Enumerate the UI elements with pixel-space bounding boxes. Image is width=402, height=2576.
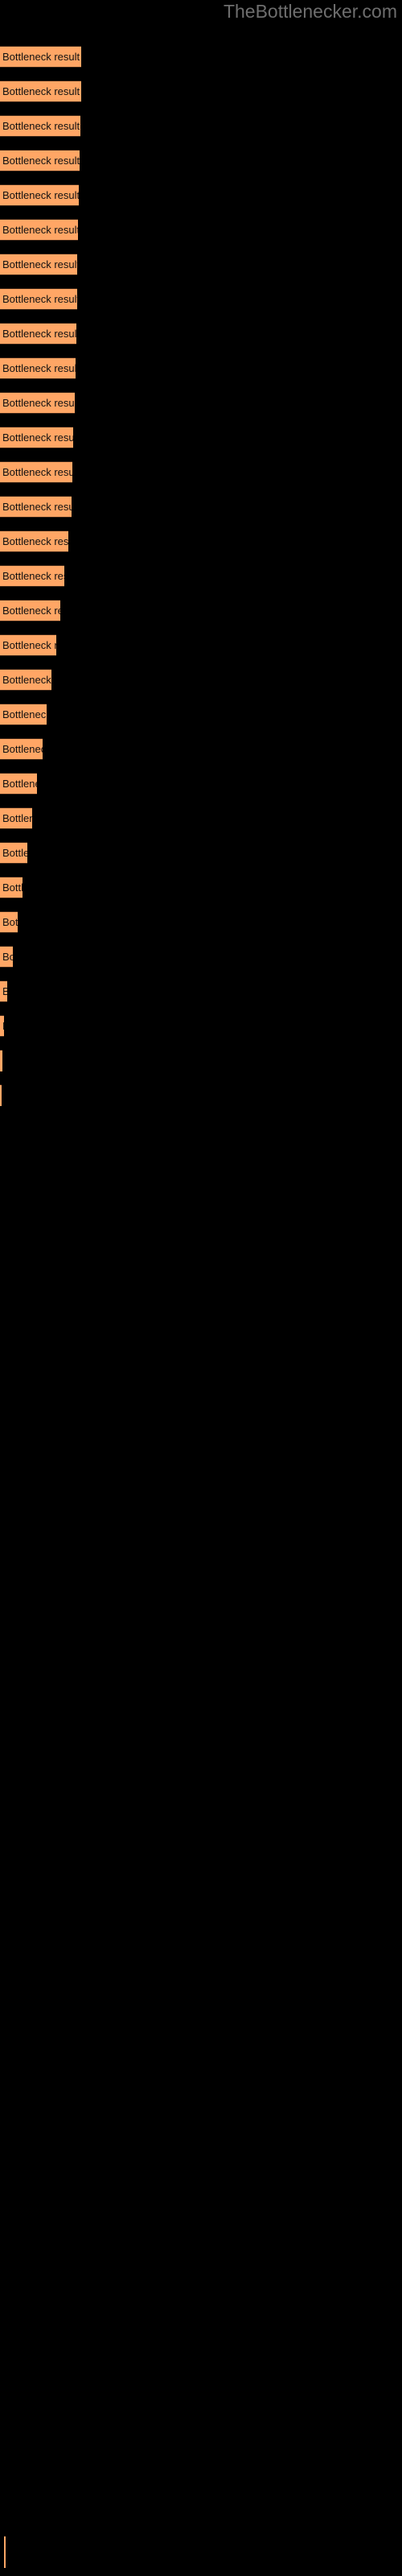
bar-label: Bottleneck result bbox=[2, 189, 79, 201]
bar[interactable]: Bottleneck result bbox=[0, 427, 73, 448]
bar[interactable]: Bottleneck result bbox=[0, 773, 37, 795]
bar[interactable]: Bottleneck result bbox=[0, 842, 27, 864]
bar[interactable]: Bottleneck result bbox=[0, 46, 81, 68]
bar-label: Bottleneck result bbox=[2, 224, 78, 236]
bar[interactable]: Bottleneck result bbox=[0, 219, 78, 241]
bar-label: Bottleneck result bbox=[2, 1016, 4, 1036]
bar-label: Bottleneck result bbox=[2, 674, 51, 686]
bar[interactable]: Bottleneck result bbox=[0, 807, 32, 829]
bar-label: Bottleneck result bbox=[2, 293, 77, 305]
bar-label: Bottleneck result bbox=[2, 951, 13, 963]
bar[interactable]: Bottleneck result bbox=[0, 496, 72, 518]
bar-label: Bottleneck result bbox=[2, 362, 76, 374]
bar-label: Bottleneck result bbox=[2, 535, 68, 547]
bar-label: Bottleneck result bbox=[2, 981, 7, 1001]
bar-label: Bottleneck result bbox=[2, 570, 64, 582]
bar-label: Bottleneck result bbox=[2, 51, 80, 63]
bar-label: Bottleneck result bbox=[2, 881, 23, 894]
bar-label: Bottleneck result bbox=[2, 639, 56, 651]
bar[interactable] bbox=[0, 1084, 2, 1106]
bar-label: Bottleneck result bbox=[2, 431, 73, 444]
bar[interactable]: Bottleneck result bbox=[0, 323, 76, 345]
bar[interactable]: Bottleneck result bbox=[0, 669, 51, 691]
bar[interactable]: Bottleneck result bbox=[0, 738, 43, 760]
bar[interactable]: Bottleneck result bbox=[0, 946, 13, 968]
bar-label: Bottleneck result bbox=[2, 916, 18, 928]
bar-chart-plot-area: Bottleneck result Bottleneck result Bottle… bbox=[0, 0, 402, 2576]
bar-label: Bottleneck result bbox=[2, 778, 37, 790]
bar-label: Bottleneck result bbox=[2, 328, 76, 340]
bar-label: Bottleneck result bbox=[2, 708, 47, 720]
bar[interactable]: Bottleneck result bbox=[0, 530, 68, 552]
bar-label: Bottleneck result bbox=[2, 812, 32, 824]
bar-label: Bottleneck result bbox=[2, 397, 75, 409]
bar[interactable]: Bottleneck result bbox=[0, 1015, 4, 1037]
bar[interactable]: Bottleneck result bbox=[0, 254, 77, 275]
bar-label: Bottleneck result bbox=[2, 847, 27, 859]
bar[interactable]: Bottleneck result bbox=[0, 150, 80, 171]
bar[interactable]: Bottleneck result bbox=[0, 565, 64, 587]
bar-label: Bottleneck result bbox=[2, 466, 72, 478]
bar-label: Bottleneck result bbox=[2, 120, 80, 132]
bar[interactable]: Bottleneck result bbox=[0, 980, 7, 1002]
bar[interactable]: Bottleneck result bbox=[0, 184, 79, 206]
bar-label: Bottleneck result bbox=[2, 605, 60, 617]
bar-label: Bottleneck result bbox=[2, 501, 72, 513]
bar-label: Bottleneck result bbox=[2, 85, 80, 97]
bar[interactable]: Bottleneck result bbox=[0, 911, 18, 933]
bar-tail-sliver bbox=[4, 2536, 6, 2568]
bar[interactable]: Bottleneck result bbox=[0, 80, 81, 102]
bar[interactable]: Bottleneck result bbox=[0, 288, 77, 310]
bar[interactable]: Bottleneck result bbox=[0, 115, 80, 137]
bar[interactable]: Bottleneck result bbox=[0, 600, 60, 621]
bar[interactable]: Bottleneck result bbox=[0, 392, 75, 414]
bar[interactable]: Bottleneck result bbox=[0, 634, 56, 656]
bar-label: Bottleneck result bbox=[2, 258, 77, 270]
bar[interactable]: Bottleneck result bbox=[0, 877, 23, 898]
chart-page: TheBottlenecker.com Bottleneck result Bot… bbox=[0, 0, 402, 2576]
bar[interactable]: Bottleneck result bbox=[0, 461, 72, 483]
bar-label: Bottleneck result bbox=[2, 155, 80, 167]
bar-label: Bottleneck result bbox=[2, 743, 43, 755]
bar[interactable]: Bottleneck result bbox=[0, 357, 76, 379]
bar[interactable]: Bottleneck result bbox=[0, 704, 47, 725]
bar[interactable] bbox=[0, 1050, 2, 1071]
